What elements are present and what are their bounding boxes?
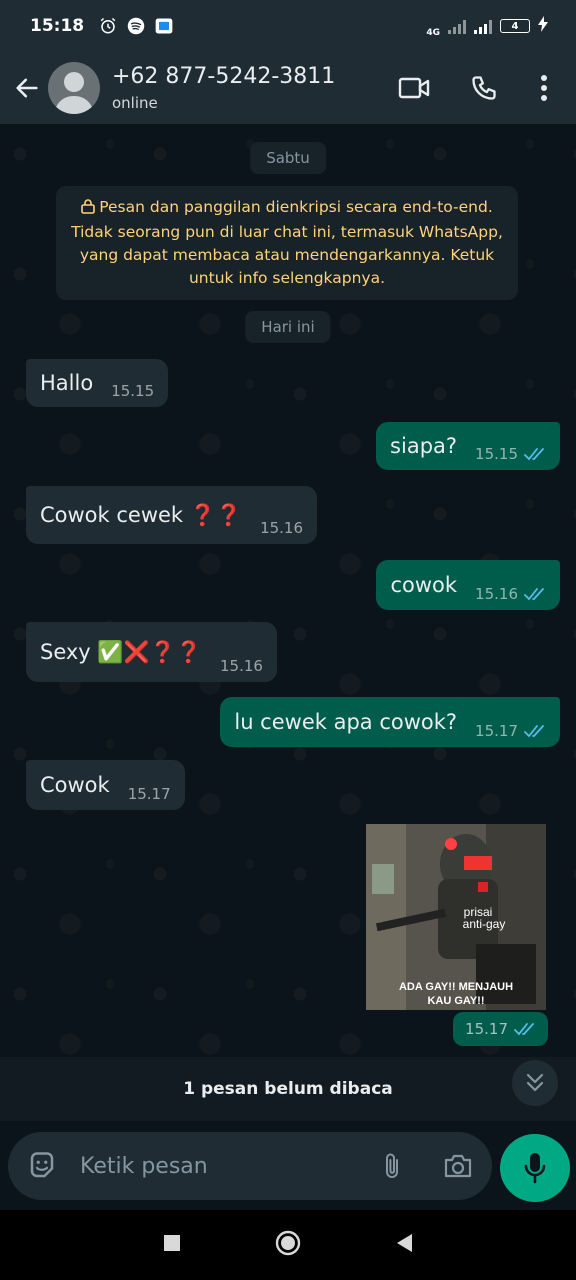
message-text: Sexy ✅❌❓❓ bbox=[40, 639, 203, 664]
image-message-meta: 15.17 bbox=[453, 1012, 548, 1046]
avatar[interactable] bbox=[48, 62, 100, 114]
signal-strength-2-icon bbox=[474, 18, 492, 34]
message-outgoing[interactable]: cowok 15.16 bbox=[376, 560, 560, 610]
home-button[interactable] bbox=[275, 1230, 301, 1260]
message-meta: 15.16 bbox=[475, 585, 546, 603]
message-time: 15.16 bbox=[475, 585, 518, 603]
network-type-label: 4G bbox=[426, 28, 440, 38]
voice-message-button[interactable] bbox=[500, 1134, 570, 1202]
message-time: 15.16 bbox=[220, 657, 263, 675]
status-bar: 15:18 4G 4 bbox=[0, 0, 576, 52]
scroll-to-bottom-button[interactable] bbox=[512, 1060, 558, 1106]
message-meta: 15.16 bbox=[260, 519, 303, 537]
lock-icon bbox=[81, 198, 96, 221]
voice-call-button[interactable] bbox=[464, 68, 504, 108]
read-ticks-icon bbox=[524, 447, 546, 461]
message-meta: 15.15 bbox=[111, 382, 154, 400]
read-ticks-icon bbox=[524, 724, 546, 738]
camera-button[interactable] bbox=[438, 1146, 478, 1186]
recents-square-icon bbox=[164, 1235, 180, 1251]
emoji-button[interactable] bbox=[22, 1146, 62, 1186]
emoji-icon bbox=[30, 1152, 54, 1178]
message-outgoing[interactable]: siapa? 15.15 bbox=[376, 422, 560, 470]
message-input[interactable]: Ketik pesan bbox=[80, 1154, 372, 1179]
meme-bottom-caption-2: KAU GAY!! bbox=[427, 995, 484, 1007]
chat-area[interactable]: Sabtu Pesan dan panggilan dienkripsi sec… bbox=[0, 124, 576, 1130]
date-chip-today: Hari ini bbox=[245, 311, 331, 343]
meme-bottom-caption: ADA GAY!! MENJAUH bbox=[399, 981, 513, 993]
message-time: 15.17 bbox=[127, 785, 171, 803]
back-triangle-icon bbox=[397, 1234, 412, 1252]
battery-level: 4 bbox=[511, 20, 519, 32]
spotify-icon bbox=[126, 16, 146, 36]
video-call-icon bbox=[398, 77, 430, 99]
microphone-icon bbox=[524, 1153, 546, 1184]
status-notification-icons bbox=[98, 16, 174, 36]
signal-strength-icon bbox=[448, 18, 466, 34]
home-circle-icon bbox=[275, 1230, 301, 1256]
message-incoming[interactable]: Cowok 15.17 bbox=[26, 760, 185, 810]
recents-button[interactable] bbox=[163, 1234, 181, 1256]
header-actions bbox=[394, 68, 554, 108]
message-text: siapa? bbox=[390, 434, 458, 458]
encryption-notice-text: Pesan dan panggilan dienkripsi secara en… bbox=[71, 198, 503, 287]
status-time: 15:18 bbox=[30, 16, 85, 36]
camera-icon bbox=[444, 1154, 472, 1178]
double-chevron-down-icon bbox=[526, 1073, 544, 1092]
more-vert-icon bbox=[541, 75, 547, 101]
meme-top-caption-2: anti-gay bbox=[463, 917, 506, 931]
message-text: cowok bbox=[390, 573, 458, 597]
message-meta: 15.17 bbox=[475, 722, 546, 740]
message-time: 15.15 bbox=[111, 382, 155, 400]
message-incoming[interactable]: Sexy ✅❌❓❓ 15.16 bbox=[26, 622, 277, 682]
alarm-icon bbox=[98, 16, 118, 36]
voice-call-icon bbox=[472, 76, 496, 100]
message-outgoing[interactable]: lu cewek apa cowok? 15.17 bbox=[220, 697, 560, 747]
contact-name: +62 877-5242-3811 bbox=[112, 64, 336, 89]
message-meta: 15.16 bbox=[220, 657, 263, 675]
message-time: 15.16 bbox=[260, 519, 304, 537]
message-time: 15.17 bbox=[465, 1020, 508, 1038]
date-chip-saturday: Sabtu bbox=[250, 142, 326, 174]
default-avatar-icon bbox=[54, 72, 94, 114]
back-arrow-icon bbox=[16, 78, 38, 98]
charging-icon bbox=[538, 16, 548, 36]
system-nav-bar bbox=[0, 1210, 576, 1280]
image-message[interactable]: prisai anti-gay ADA GAY!! MENJAUH KAU GA… bbox=[366, 824, 546, 1010]
message-meta: 15.15 bbox=[475, 445, 546, 463]
contact-status: online bbox=[112, 94, 158, 112]
message-text: lu cewek apa cowok? bbox=[234, 710, 458, 734]
read-ticks-icon bbox=[514, 1022, 536, 1036]
message-incoming[interactable]: Cowok cewek ❓❓ 15.16 bbox=[26, 486, 318, 544]
read-ticks-icon bbox=[524, 587, 546, 601]
back-button[interactable] bbox=[4, 65, 50, 111]
encryption-notice[interactable]: Pesan dan panggilan dienkripsi secara en… bbox=[56, 186, 518, 300]
video-call-button[interactable] bbox=[394, 68, 434, 108]
more-options-button[interactable] bbox=[534, 68, 554, 108]
message-time: 15.17 bbox=[475, 722, 518, 740]
attach-button[interactable] bbox=[372, 1146, 412, 1186]
message-meta: 15.17 bbox=[128, 785, 171, 803]
message-time: 15.15 bbox=[475, 445, 518, 463]
message-incoming[interactable]: Hallo 15.15 bbox=[26, 359, 169, 407]
unread-banner-text: 1 pesan belum dibaca bbox=[183, 1079, 393, 1099]
chat-header: +62 877-5242-3811 online bbox=[0, 52, 576, 124]
meme-image: prisai anti-gay ADA GAY!! MENJAUH KAU GA… bbox=[366, 824, 546, 1010]
unread-banner: 1 pesan belum dibaca bbox=[0, 1057, 576, 1121]
back-nav-button[interactable] bbox=[395, 1233, 413, 1257]
status-right-icons: 4G 4 bbox=[426, 14, 548, 38]
contact-info[interactable]: +62 877-5242-3811 online bbox=[112, 64, 394, 112]
battery-icon: 4 bbox=[500, 19, 530, 33]
message-text: Hallo bbox=[40, 371, 94, 395]
message-text: Cowok bbox=[40, 773, 110, 797]
message-composer: Ketik pesan bbox=[8, 1132, 492, 1200]
app-notification-icon bbox=[154, 16, 174, 36]
message-text: Cowok cewek ❓❓ bbox=[40, 502, 243, 527]
paperclip-icon bbox=[386, 1153, 398, 1178]
